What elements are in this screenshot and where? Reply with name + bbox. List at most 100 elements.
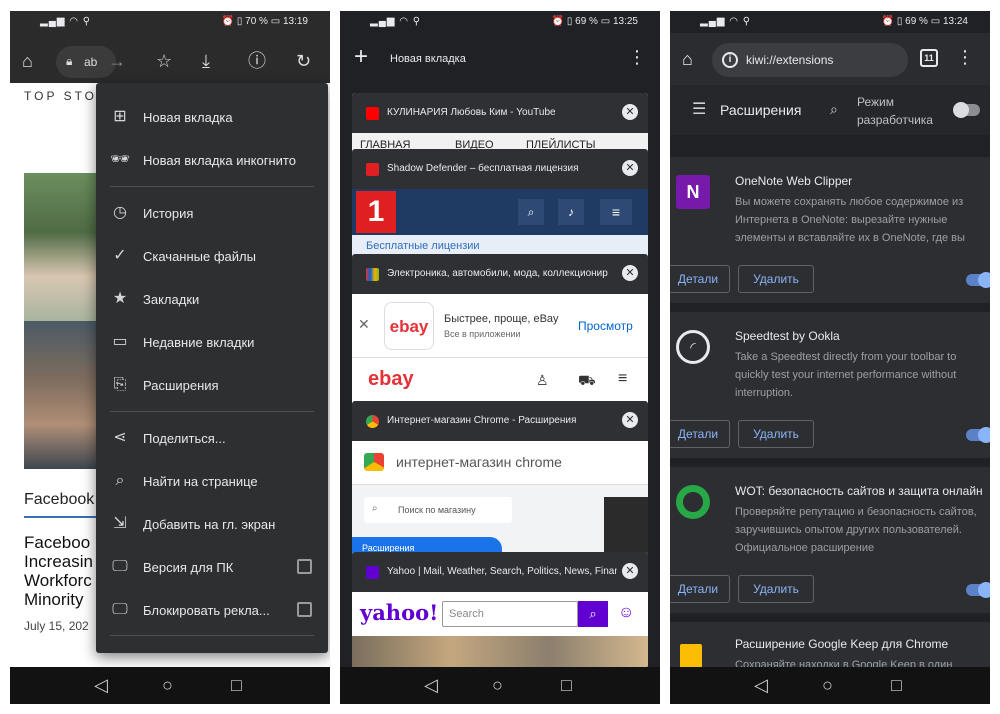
onenote-icon: N	[676, 175, 710, 209]
home-circle-icon[interactable]: ○	[162, 675, 173, 695]
menu-item-recent-tabs[interactable]: ▭ Недавние вкладки	[96, 322, 328, 362]
tab-card[interactable]: Интернет-магазин Chrome - Расширения ✕ и…	[352, 401, 648, 561]
article-headline[interactable]: Faceboo Increasin Workforc Minority	[24, 533, 104, 609]
plus-icon[interactable]: +	[354, 44, 368, 70]
category-link[interactable]: Facebook	[24, 491, 94, 509]
more-vert-icon[interactable]: ⋮	[628, 47, 646, 67]
yahoo-logo: yahoo!	[360, 600, 439, 625]
battery-level: 70 %	[245, 16, 268, 27]
bell-icon: ♪	[558, 199, 584, 225]
add-to-home-icon: ⇲	[113, 515, 127, 532]
page-title: Расширения	[720, 102, 802, 118]
close-icon[interactable]: ✕	[622, 265, 638, 281]
menu-divider	[110, 186, 314, 187]
star-filled-icon: ★	[112, 290, 128, 307]
block-ads-checkbox[interactable]	[297, 602, 312, 617]
back-icon[interactable]: ◁	[424, 675, 438, 695]
menu-item-desktop-site[interactable]: 🖵︎ Версия для ПК	[96, 547, 328, 587]
close-icon[interactable]: ✕	[622, 160, 638, 176]
menu-item-block-ads[interactable]: 🖵︎ Блокировать рекла...	[96, 590, 328, 630]
remove-button[interactable]: Удалить	[738, 265, 814, 293]
menu-item-add-to-home[interactable]: ⇲ Добавить на гл. экран	[96, 504, 328, 544]
menu-item-incognito[interactable]: 🕶︎ Новая вкладка инкогнито	[96, 140, 328, 180]
article-photo-man-with-glasses[interactable]	[24, 321, 104, 469]
extension-name: WOT: безопасность сайтов и защита онлайн	[735, 484, 983, 498]
speedometer-icon: ◜	[676, 330, 710, 364]
url-bar[interactable]: i kiwi://extensions	[712, 43, 908, 77]
yahoo-search-box: Search	[442, 601, 578, 627]
url-bar[interactable]: 🔒︎ ab	[56, 46, 116, 78]
menu-item-downloads[interactable]: ✓ Скачанные файлы	[96, 236, 328, 276]
download-icon[interactable]: ⤓	[202, 51, 210, 71]
status-bar: ▂▄▆ ◠ ⚲ ⏰ ▯ 69 % ▭ 13:24	[700, 16, 968, 27]
home-icon[interactable]: ⌂	[22, 51, 44, 71]
close-icon[interactable]: ✕	[622, 412, 638, 428]
status-bar: ▂▄▆ ◠ ⚲ ⏰ ▯ 69 % ▭ 13:25	[370, 16, 638, 27]
site-subtitle: Бесплатные лицензии	[366, 240, 480, 252]
tab-card[interactable]: Электроника, автомобили, мода, коллекцио…	[352, 254, 648, 414]
search-icon[interactable]: ⌕	[830, 101, 838, 118]
tab-switcher-header: + Новая вкладка ⋮	[340, 33, 660, 85]
menu-item-share[interactable]: ⋖ Поделиться...	[96, 418, 328, 458]
extension-enabled-toggle[interactable]	[966, 427, 990, 443]
menu-item-new-tab[interactable]: ⊞ Новая вкладка	[96, 97, 328, 137]
developer-mode-toggle[interactable]	[953, 102, 980, 118]
yahoo-favicon-icon	[366, 566, 379, 579]
tab-card[interactable]: Yahoo | Mail, Weather, Search, Politics,…	[352, 552, 648, 668]
tab-card[interactable]: КУЛИНАРИЯ Любовь Ким - YouTube ✕ ГЛАВНАЯ…	[352, 93, 648, 153]
menu-item-extensions[interactable]: ⎘ Расширения	[96, 365, 328, 405]
close-icon[interactable]: ✕	[622, 104, 638, 120]
share-icon: ⋖	[113, 429, 127, 446]
extension-card: N OneNote Web Clipper Вы можете сохранят…	[670, 157, 990, 303]
url-text: ab	[84, 55, 98, 69]
extension-description: Проверяйте репутацию и безопасность сайт…	[735, 506, 977, 554]
star-icon[interactable]: ☆	[156, 51, 172, 71]
desktop-site-checkbox[interactable]	[297, 559, 312, 574]
more-vert-icon[interactable]: ⋮	[956, 47, 974, 67]
menu-item-bookmarks[interactable]: ★ Закладки	[96, 279, 328, 319]
info-icon[interactable]: ⓘ	[248, 51, 266, 71]
close-icon[interactable]: ✕	[622, 563, 638, 579]
article-date: July 15, 202	[24, 619, 89, 633]
recents-icon[interactable]: □	[231, 675, 242, 695]
extension-enabled-toggle[interactable]	[966, 272, 990, 288]
tab-card[interactable]: Shadow Defender – бесплатная лицензия ✕ …	[352, 149, 648, 259]
forward-arrow-icon[interactable]: →	[108, 51, 126, 71]
battery-level: 69 %	[905, 16, 928, 27]
clock: 13:25	[612, 16, 638, 27]
url-text: kiwi://extensions	[746, 53, 834, 67]
phone-tab-switcher: ▂▄▆ ◠ ⚲ ⏰ ▯ 69 % ▭ 13:25 + Новая вкладка…	[340, 11, 660, 704]
top-stories-heading: TOP STO	[24, 89, 98, 103]
tab-count-button[interactable]: 11	[920, 49, 938, 67]
keep-bulb-icon	[680, 644, 702, 668]
hamburger-icon[interactable]: ☰	[692, 101, 706, 119]
extensions-header: ☰ Расширения ⌕ Режим разработчика	[670, 85, 990, 135]
home-circle-icon[interactable]: ○	[492, 675, 503, 695]
recents-icon[interactable]: □	[891, 675, 902, 695]
reload-icon[interactable]: ↻	[296, 51, 311, 71]
remove-button[interactable]: Удалить	[738, 420, 814, 448]
back-icon[interactable]: ◁	[754, 675, 768, 695]
ebay-favicon-icon	[366, 268, 379, 281]
details-button[interactable]: Детали	[670, 420, 730, 448]
menu-item-history[interactable]: ◷ История	[96, 193, 328, 233]
details-button[interactable]: Детали	[670, 265, 730, 293]
store-search-placeholder: Поиск по магазину	[398, 505, 476, 515]
menu-divider	[110, 411, 314, 412]
yahoo-hero-image	[352, 636, 648, 668]
store-search-box: ⌕ Поиск по магазину	[364, 497, 512, 523]
youtube-favicon-icon	[366, 107, 379, 120]
home-circle-icon[interactable]: ○	[822, 675, 833, 695]
home-icon[interactable]: ⌂	[682, 49, 693, 69]
remove-button[interactable]: Удалить	[738, 575, 814, 603]
ebay-app-icon: ebay	[384, 302, 434, 350]
new-tab-label[interactable]: Новая вкладка	[390, 53, 466, 65]
recents-icon[interactable]: □	[561, 675, 572, 695]
article-photo-woman-with-dog[interactable]	[24, 173, 104, 321]
tab-title: Shadow Defender – бесплатная лицензия	[387, 163, 579, 174]
extension-enabled-toggle[interactable]	[966, 582, 990, 598]
back-icon[interactable]: ◁	[94, 675, 108, 695]
details-button[interactable]: Детали	[670, 575, 730, 603]
incognito-icon: 🕶︎	[110, 151, 131, 168]
menu-item-find-in-page[interactable]: ⌕ Найти на странице	[96, 461, 328, 501]
